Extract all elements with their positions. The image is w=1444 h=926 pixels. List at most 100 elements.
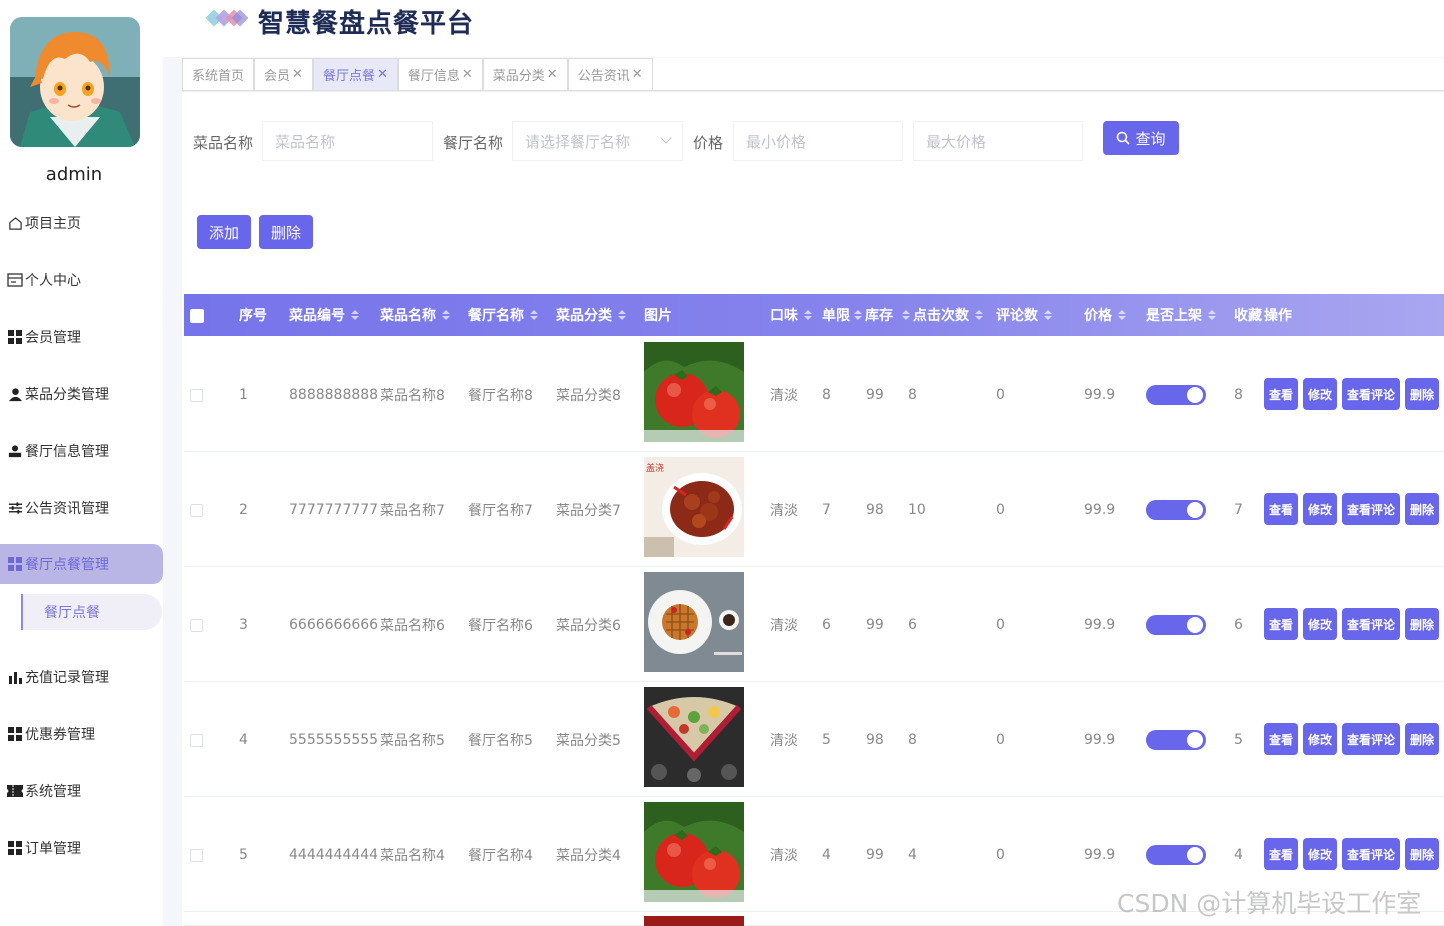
row-checkbox[interactable] <box>190 734 203 747</box>
dish-name-label: 菜品名称 <box>193 134 254 152</box>
view-comments-button[interactable]: 查看评论 <box>1342 608 1400 640</box>
cell-index: 5 <box>239 846 248 863</box>
cell-limit: 5 <box>822 731 831 748</box>
view-comments-button[interactable]: 查看评论 <box>1342 723 1400 755</box>
sidebar-item-label: 系统管理 <box>25 784 81 800</box>
col-clicks[interactable]: 点击次数 <box>902 294 983 336</box>
sidebar-item-orders[interactable]: 订单管理 <box>0 828 160 868</box>
sidebar-item-restaurant-order[interactable]: 餐厅点餐管理 <box>0 544 163 584</box>
tab-restaurant-info[interactable]: 餐厅信息 ✕ <box>397 58 483 90</box>
col-taste[interactable]: 口味 <box>770 294 812 336</box>
close-icon[interactable]: ✕ <box>632 67 643 82</box>
dish-image[interactable]: 盖浇 <box>644 457 744 557</box>
sidebar-item-label: 餐厅点餐管理 <box>25 557 109 573</box>
dish-image <box>644 916 744 926</box>
dish-name-input[interactable]: 菜品名称 <box>262 121 433 161</box>
view-button[interactable]: 查看 <box>1264 723 1298 755</box>
sidebar-item-members[interactable]: 会员管理 <box>0 317 160 357</box>
sort-icon[interactable] <box>1044 310 1052 320</box>
on-shelf-toggle[interactable] <box>1146 730 1206 750</box>
view-button[interactable]: 查看 <box>1264 378 1298 410</box>
row-checkbox[interactable] <box>190 849 203 862</box>
col-limit: 单限 <box>822 308 850 324</box>
sidebar-item-coupons[interactable]: 优惠券管理 <box>0 714 160 754</box>
sidebar-item-system[interactable]: 系统管理 <box>0 771 160 811</box>
close-icon[interactable]: ✕ <box>377 67 388 82</box>
row-checkbox[interactable] <box>190 619 203 632</box>
tab-members[interactable]: 会员 ✕ <box>254 58 313 90</box>
batch-delete-button[interactable]: 删除 <box>259 215 313 249</box>
col-name[interactable]: 菜品名称 <box>380 294 450 336</box>
close-icon[interactable]: ✕ <box>547 67 558 82</box>
close-icon[interactable]: ✕ <box>292 67 303 82</box>
tab-restaurant-order[interactable]: 餐厅点餐 ✕ <box>312 58 398 90</box>
edit-button[interactable]: 修改 <box>1303 378 1337 410</box>
sort-icon[interactable] <box>854 310 862 320</box>
view-button[interactable]: 查看 <box>1264 838 1298 870</box>
view-comments-button[interactable]: 查看评论 <box>1342 838 1400 870</box>
avatar[interactable] <box>10 17 140 147</box>
min-price-input[interactable]: 最小价格 <box>733 121 903 161</box>
sort-icon[interactable] <box>530 310 538 320</box>
sidebar-item-recharge[interactable]: 充值记录管理 <box>0 657 160 697</box>
add-button[interactable]: 添加 <box>197 215 251 249</box>
restaurant-select[interactable]: 请选择餐厅名称 <box>512 121 683 161</box>
col-on-shelf[interactable]: 是否上架 <box>1146 294 1216 336</box>
on-shelf-toggle[interactable] <box>1146 385 1206 405</box>
edit-button[interactable]: 修改 <box>1303 838 1337 870</box>
dish-image[interactable] <box>644 802 744 902</box>
edit-button[interactable]: 修改 <box>1303 723 1337 755</box>
sort-icon[interactable] <box>902 310 910 320</box>
view-comments-button[interactable]: 查看评论 <box>1342 378 1400 410</box>
dish-image[interactable] <box>644 687 744 787</box>
view-button[interactable]: 查看 <box>1264 608 1298 640</box>
tab-label: 餐厅点餐 <box>322 69 375 84</box>
sort-icon[interactable] <box>804 310 812 320</box>
query-button[interactable]: 查询 <box>1103 121 1179 155</box>
dish-image[interactable] <box>644 572 744 672</box>
sort-icon[interactable] <box>351 310 359 320</box>
price-label: 价格 <box>693 134 724 152</box>
view-button[interactable]: 查看 <box>1264 493 1298 525</box>
edit-button[interactable]: 修改 <box>1303 493 1337 525</box>
sidebar-item-dish-category[interactable]: 菜品分类管理 <box>0 374 160 414</box>
col-price[interactable]: 价格 <box>1084 294 1126 336</box>
row-checkbox[interactable] <box>190 389 203 402</box>
delete-button[interactable]: 删除 <box>1405 723 1439 755</box>
col-restaurant[interactable]: 餐厅名称 <box>468 294 538 336</box>
view-comments-button[interactable]: 查看评论 <box>1342 493 1400 525</box>
sort-icon[interactable] <box>618 310 626 320</box>
delete-button[interactable]: 删除 <box>1405 838 1439 870</box>
sort-icon[interactable] <box>975 310 983 320</box>
tab-home[interactable]: 系统首页 <box>182 58 255 90</box>
dish-image[interactable] <box>644 342 744 442</box>
delete-button[interactable]: 删除 <box>1405 608 1439 640</box>
sidebar-item-home[interactable]: 项目主页 <box>0 203 160 243</box>
row-checkbox[interactable] <box>190 504 203 517</box>
select-all-checkbox[interactable] <box>190 309 204 323</box>
max-price-input[interactable]: 最大价格 <box>913 121 1083 161</box>
delete-button[interactable]: 删除 <box>1405 378 1439 410</box>
col-image: 图片 <box>644 308 672 324</box>
sort-icon[interactable] <box>1208 310 1216 320</box>
col-stock[interactable]: 库存 <box>854 294 893 336</box>
sort-icon[interactable] <box>442 310 450 320</box>
col-category[interactable]: 菜品分类 <box>556 294 626 336</box>
on-shelf-toggle[interactable] <box>1146 500 1206 520</box>
tab-news[interactable]: 公告资讯 ✕ <box>567 58 653 90</box>
col-code[interactable]: 菜品编号 <box>289 294 359 336</box>
close-icon[interactable]: ✕ <box>462 67 473 82</box>
user-icon <box>6 385 24 403</box>
on-shelf-toggle[interactable] <box>1146 845 1206 865</box>
sidebar-item-restaurant-info[interactable]: 餐厅信息管理 <box>0 431 160 471</box>
delete-button[interactable]: 删除 <box>1405 493 1439 525</box>
edit-button[interactable]: 修改 <box>1303 608 1337 640</box>
min-price-placeholder: 最小价格 <box>746 132 807 151</box>
sidebar-item-profile[interactable]: 个人中心 <box>0 260 160 300</box>
tab-dish-category[interactable]: 菜品分类 ✕ <box>482 58 568 90</box>
on-shelf-toggle[interactable] <box>1146 615 1206 635</box>
sidebar-item-news[interactable]: 公告资讯管理 <box>0 488 160 528</box>
submenu-item-restaurant-order[interactable]: 餐厅点餐 <box>21 594 162 630</box>
sort-icon[interactable] <box>1118 310 1126 320</box>
col-comments[interactable]: 评论数 <box>996 294 1052 336</box>
